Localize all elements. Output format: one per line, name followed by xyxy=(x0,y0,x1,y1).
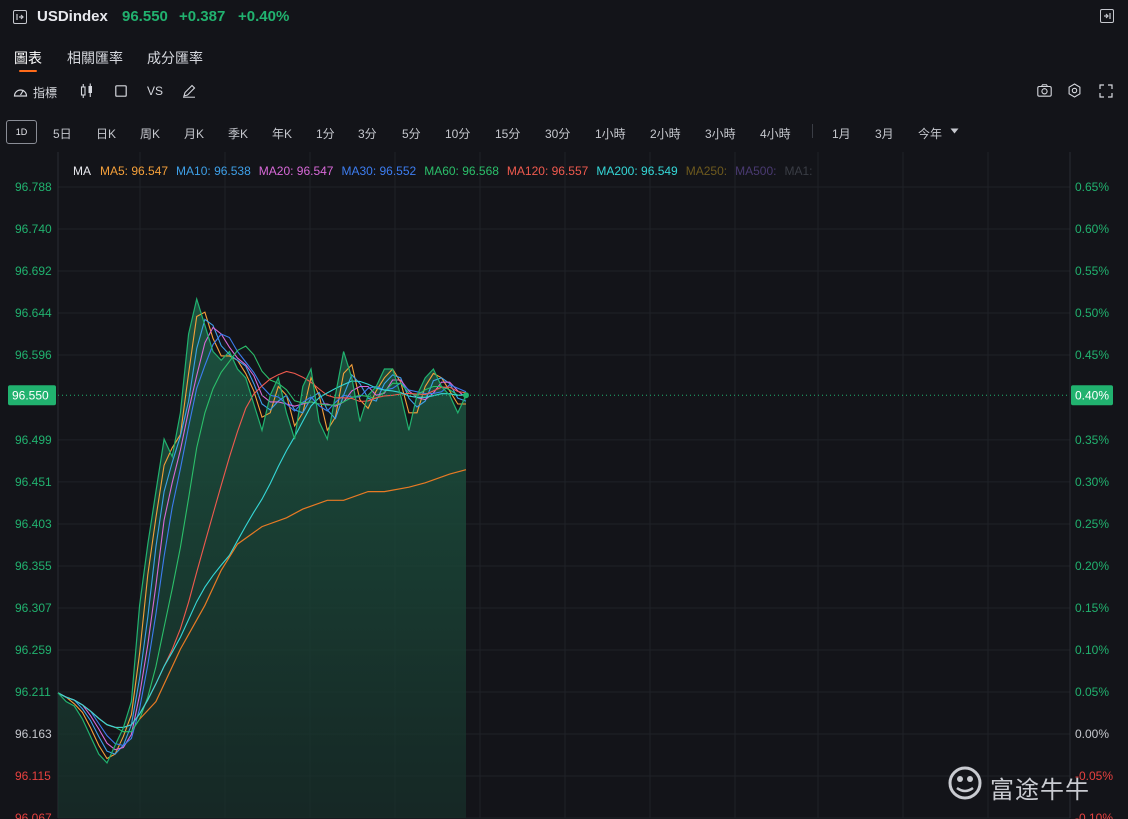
ma-legend-ma250: MA250: xyxy=(686,164,727,178)
period-2h[interactable]: 2小時 xyxy=(650,125,681,142)
period-30min[interactable]: 30分 xyxy=(545,125,570,142)
draw-pen-icon[interactable] xyxy=(182,84,196,98)
tab-bar: 圖表 相關匯率 成分匯率 xyxy=(0,44,1128,74)
period-5d[interactable]: 5日 xyxy=(53,125,72,142)
period-quarterly[interactable]: 季K xyxy=(228,125,248,142)
expand-panel-icon[interactable] xyxy=(13,10,27,24)
y-tick-left: 96.692 xyxy=(15,264,52,278)
y-tick-left: 96.788 xyxy=(15,180,52,194)
camera-icon[interactable] xyxy=(1037,84,1052,97)
price-chart[interactable]: 96.788 96.740 96.692 96.644 96.596 96.499 96.4… xyxy=(0,152,1128,819)
period-15min[interactable]: 15分 xyxy=(495,125,520,142)
period-3min[interactable]: 3分 xyxy=(358,125,377,142)
ma-legend-ma5: MA5: 96.547 xyxy=(100,164,168,178)
ma-legend-ma200: MA200: 96.549 xyxy=(596,164,678,178)
current-price-label: 96.550 xyxy=(12,388,49,402)
ma-legend-ma20: MA20: 96.547 xyxy=(259,164,334,178)
y-tick-right: 0.35% xyxy=(1075,433,1109,447)
price-change: +0.387 xyxy=(179,8,226,25)
y-tick-left: 96.596 xyxy=(15,348,52,362)
period-selector: 1D 5日 日K 周K 月K 季K 年K 1分 3分 5分 10分 15分 30… xyxy=(0,120,1128,144)
y-tick-right: 0.25% xyxy=(1075,517,1109,531)
y-tick-right: 0.20% xyxy=(1075,559,1109,573)
period-1h[interactable]: 1小時 xyxy=(595,125,626,142)
y-tick-left: 96.740 xyxy=(15,222,52,236)
tab-chart[interactable]: 圖表 xyxy=(14,48,42,68)
collapse-panel-icon[interactable] xyxy=(1100,9,1114,23)
y-axis-left: 96.788 96.740 96.692 96.644 96.596 96.499 96.4… xyxy=(15,180,52,819)
y-tick-left: 96.211 xyxy=(15,685,51,699)
period-10min[interactable]: 10分 xyxy=(445,125,470,142)
period-5min[interactable]: 5分 xyxy=(402,125,421,142)
y-tick-right: 0.60% xyxy=(1075,222,1109,236)
y-tick-right: 0.15% xyxy=(1075,601,1109,615)
tab-related-fx[interactable]: 相關匯率 xyxy=(67,48,123,68)
ma-legend-ma60: MA60: 96.568 xyxy=(424,164,499,178)
y-tick-right: 0.10% xyxy=(1075,643,1109,657)
ma-legend-ma1: MA1: xyxy=(784,164,812,178)
y-tick-left: 96.115 xyxy=(15,769,51,783)
y-tick-left: 96.355 xyxy=(15,559,52,573)
y-tick-right: -0.10% xyxy=(1075,811,1113,819)
watermark-text: 富途牛牛 xyxy=(990,776,1090,804)
futu-logo-icon xyxy=(948,766,982,800)
ma-legend-title: MA xyxy=(73,164,91,178)
y-tick-left: 96.163 xyxy=(15,727,52,741)
watermark: 富途牛牛 xyxy=(948,764,1108,804)
price-change-pct: +0.40% xyxy=(238,8,290,25)
square-icon[interactable] xyxy=(115,85,127,97)
last-price: 96.550 xyxy=(122,8,168,25)
y-tick-right: 0.65% xyxy=(1075,180,1109,194)
y-tick-right: 0.55% xyxy=(1075,264,1109,278)
active-tab-underline xyxy=(19,70,37,72)
compare-button[interactable]: VS xyxy=(147,84,163,98)
period-divider xyxy=(812,124,813,138)
indicator-gauge-icon[interactable] xyxy=(13,85,28,98)
ma-legend-ma30: MA30: 96.552 xyxy=(341,164,416,178)
period-weekly[interactable]: 周K xyxy=(140,125,160,142)
ma-legend-ma500: MA500: xyxy=(735,164,776,178)
y-tick-left: 96.644 xyxy=(15,306,52,320)
chart-toolbar: 指標 VS xyxy=(0,80,1128,104)
tab-component-fx[interactable]: 成分匯率 xyxy=(147,48,203,68)
header-bar: USDindex 96.550 +0.387 +0.40% xyxy=(0,0,1128,34)
y-tick-left: 96.259 xyxy=(15,643,52,657)
ma-legend: MA MA5: 96.547 MA10: 96.538 MA20: 96.547 MA3… xyxy=(73,164,812,178)
price-area-fill xyxy=(58,299,466,818)
period-3h[interactable]: 3小時 xyxy=(705,125,736,142)
y-tick-right: 0.45% xyxy=(1075,348,1109,362)
candlestick-icon[interactable] xyxy=(80,83,94,99)
period-ytd[interactable]: 今年 xyxy=(918,125,942,142)
y-tick-right: 0.50% xyxy=(1075,306,1109,320)
period-yearly[interactable]: 年K xyxy=(272,125,292,142)
ma-legend-ma10: MA10: 96.538 xyxy=(176,164,251,178)
y-tick-left: 96.307 xyxy=(15,601,52,615)
ma-legend-ma120: MA120: 96.557 xyxy=(507,164,589,178)
y-tick-left: 96.403 xyxy=(15,517,52,531)
period-4h[interactable]: 4小時 xyxy=(760,125,791,142)
symbol-name: USDindex xyxy=(37,8,108,25)
period-3mo[interactable]: 3月 xyxy=(875,125,894,142)
period-1min[interactable]: 1分 xyxy=(316,125,335,142)
fullscreen-icon[interactable] xyxy=(1099,84,1113,98)
current-pct-label: 0.40% xyxy=(1075,388,1109,402)
y-tick-right: 0.00% xyxy=(1075,727,1109,741)
period-1mo[interactable]: 1月 xyxy=(832,125,851,142)
period-daily[interactable]: 日K xyxy=(96,125,116,142)
current-price-tags: 96.550 0.40% xyxy=(8,385,1113,406)
period-monthly[interactable]: 月K xyxy=(184,125,204,142)
y-tick-left: 96.067 xyxy=(15,811,52,819)
dropdown-caret-icon[interactable] xyxy=(950,128,959,134)
settings-icon[interactable] xyxy=(1067,83,1082,98)
y-tick-right: 0.05% xyxy=(1075,685,1109,699)
y-tick-left: 96.499 xyxy=(15,433,52,447)
y-tick-left: 96.451 xyxy=(15,475,52,489)
indicators-button[interactable]: 指標 xyxy=(33,84,57,101)
y-tick-right: 0.30% xyxy=(1075,475,1109,489)
period-1d[interactable]: 1D xyxy=(6,120,37,144)
y-axis-right: 0.65% 0.60% 0.55% 0.50% 0.45% 0.35% 0.30% 0.25%… xyxy=(1075,180,1113,819)
